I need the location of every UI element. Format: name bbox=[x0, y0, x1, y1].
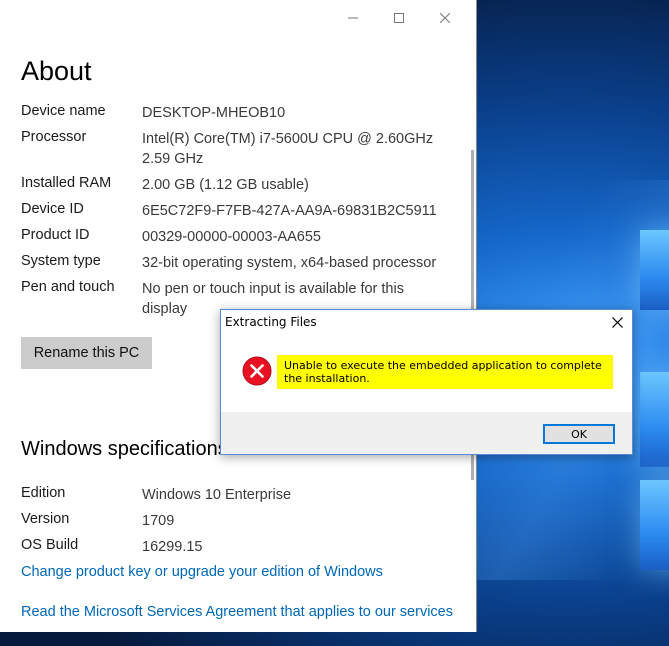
wallpaper-window-pane bbox=[640, 372, 669, 467]
spec-value: DESKTOP-MHEOB10 bbox=[142, 105, 286, 121]
spec-value: 6E5C72F9-F7FB-427A-AA9A-69831B2C5911 bbox=[142, 203, 437, 219]
change-product-key-link[interactable]: Change product key or upgrade your editi… bbox=[21, 562, 461, 582]
spec-value: 32-bit operating system, x64-based proce… bbox=[142, 255, 437, 271]
dialog-title-bar[interactable]: Extracting Files bbox=[221, 310, 632, 334]
close-icon[interactable] bbox=[422, 8, 468, 28]
microsoft-services-agreement-link[interactable]: Read the Microsoft Services Agreement th… bbox=[21, 602, 461, 622]
spec-value: Intel(R) Core(TM) i7-5600U CPU @ 2.60GHz… bbox=[142, 131, 434, 167]
spec-label: Installed RAM bbox=[21, 175, 112, 191]
rename-pc-button[interactable]: Rename this PC bbox=[21, 337, 152, 369]
spec-value: 00329-00000-00003-AA655 bbox=[142, 229, 321, 245]
extracting-files-dialog: Extracting Files Unable to execute the e… bbox=[220, 309, 633, 455]
wallpaper-window-pane bbox=[640, 480, 669, 570]
spec-value: 16299.15 bbox=[142, 539, 203, 555]
spec-label: Edition bbox=[21, 485, 66, 501]
wallpaper-window-pane bbox=[640, 230, 669, 310]
page-title: About bbox=[21, 56, 92, 86]
spec-value: 2.00 GB (1.12 GB usable) bbox=[142, 177, 309, 193]
error-message: Unable to execute the embedded applicati… bbox=[277, 355, 613, 389]
windows-specifications-heading: Windows specifications bbox=[21, 438, 228, 460]
ok-button[interactable]: OK bbox=[543, 424, 615, 444]
spec-value: 1709 bbox=[142, 513, 175, 529]
maximize-icon[interactable] bbox=[376, 8, 422, 28]
minimize-icon[interactable] bbox=[330, 8, 376, 28]
dialog-title: Extracting Files bbox=[225, 315, 317, 329]
dialog-body: Unable to execute the embedded applicati… bbox=[221, 334, 632, 412]
close-icon[interactable] bbox=[606, 312, 628, 332]
spec-label: Device ID bbox=[21, 201, 84, 217]
spec-label: Device name bbox=[21, 103, 106, 119]
spec-value: Windows 10 Enterprise bbox=[142, 487, 292, 503]
spec-label: Processor bbox=[21, 129, 87, 145]
spec-label: Version bbox=[21, 511, 70, 527]
error-icon bbox=[242, 356, 272, 391]
spec-label: Product ID bbox=[21, 227, 90, 243]
spec-label: System type bbox=[21, 253, 101, 269]
spec-label: OS Build bbox=[21, 537, 79, 553]
spec-label: Pen and touch bbox=[21, 279, 115, 295]
window-controls bbox=[330, 8, 468, 28]
